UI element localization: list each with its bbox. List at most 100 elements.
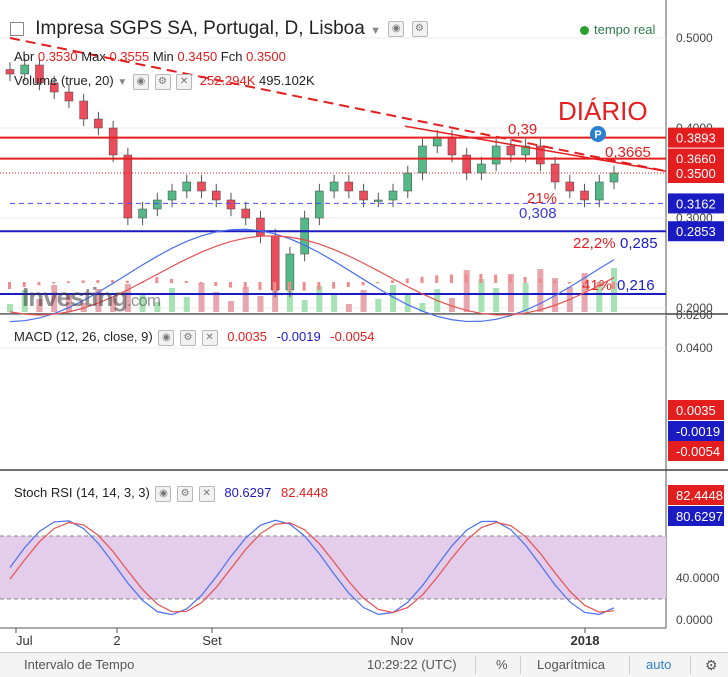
- volume-label[interactable]: Volume (true, 20): [14, 73, 114, 88]
- ohlc-row: Abr 0.3530 Max 0.3555 Min 0.3450 Fch 0.3…: [14, 49, 286, 64]
- gear-icon[interactable]: ⚙: [411, 20, 428, 37]
- price-tag-label: 0.3162: [676, 196, 716, 211]
- macd-histogram-bar: [494, 274, 498, 283]
- macd-histogram-bar: [376, 282, 380, 284]
- candle-body: [197, 181, 206, 192]
- stoch-value-2: 82.4448: [280, 485, 328, 500]
- candle-body: [374, 199, 383, 202]
- volume-bar: [183, 297, 190, 312]
- macd-histogram-bar: [567, 282, 571, 284]
- annotation-label: 0,39: [508, 121, 537, 138]
- watermark: Investing.com: [22, 282, 161, 313]
- candle-body: [182, 181, 192, 192]
- volume-bar: [537, 269, 544, 312]
- candle-body: [79, 100, 88, 120]
- annotation-label: 0,3665: [605, 144, 651, 161]
- auto-toggle[interactable]: auto: [646, 657, 671, 672]
- macd-histogram-bar: [170, 278, 174, 283]
- gear-icon[interactable]: ⚙: [154, 73, 171, 90]
- chevron-down-icon[interactable]: ▼: [117, 77, 127, 88]
- ohlc-min-label: Min: [152, 49, 174, 64]
- macd-histogram-bar: [273, 282, 277, 291]
- live-status: tempo real: [580, 22, 655, 37]
- time-tick-label: 2: [113, 633, 120, 648]
- macd-histogram-bar: [612, 282, 615, 289]
- candle-body: [123, 154, 133, 219]
- macd-tag-label: -0.0019: [676, 424, 720, 439]
- price-tag-label: 0.2853: [676, 224, 716, 239]
- live-label: tempo real: [594, 22, 656, 37]
- close-icon[interactable]: ✕: [201, 329, 218, 346]
- percent-toggle[interactable]: %: [496, 657, 508, 672]
- ohlc-fch: 0.3500: [246, 49, 286, 64]
- macd-histogram-bar: [258, 282, 262, 291]
- ohlc-fch-label: Fch: [220, 49, 243, 64]
- gear-icon[interactable]: ⚙: [177, 485, 194, 502]
- macd-histogram-bar: [464, 274, 468, 283]
- macd-histogram-bar: [449, 274, 453, 283]
- macd-histogram-bar: [228, 282, 232, 288]
- macd-value-2: -0.0019: [276, 329, 321, 344]
- volume-bar: [345, 304, 352, 312]
- stoch-value-1: 80.6297: [224, 485, 272, 500]
- volume-value-2: 495.102K: [259, 73, 315, 88]
- candle-body: [388, 190, 398, 201]
- macd-label[interactable]: MACD (12, 26, close, 9): [14, 329, 153, 344]
- candle-body: [153, 199, 162, 210]
- candle-body: [491, 145, 501, 165]
- eye-icon[interactable]: ◉: [388, 20, 405, 37]
- macd-histogram-bar: [243, 282, 247, 290]
- eye-icon[interactable]: ◉: [132, 73, 149, 90]
- candle-body: [447, 136, 457, 156]
- eye-icon[interactable]: ◉: [155, 485, 172, 502]
- candle-body: [167, 190, 177, 201]
- macd-row: MACD (12, 26, close, 9) ◉ ⚙ ✕ 0.0035 -0.…: [14, 329, 374, 346]
- macd-histogram-bar: [479, 274, 483, 283]
- volume-bar: [198, 283, 205, 312]
- pin-label: P: [594, 129, 601, 141]
- macd-histogram-bar: [361, 282, 365, 286]
- stoch-tick-label: 40.0000: [676, 571, 720, 585]
- chevron-down-icon[interactable]: ▼: [370, 25, 381, 37]
- annotation-label: 0,216: [617, 277, 655, 294]
- watermark-text: Investing: [22, 282, 128, 312]
- gear-icon[interactable]: ⚙: [179, 329, 196, 346]
- candle-body: [565, 181, 575, 192]
- candle-body: [108, 127, 118, 156]
- volume-bar: [227, 301, 234, 312]
- chart-svg: 0.50000.40000.30000.2000DIÁRIO0,390,3665…: [0, 0, 728, 652]
- volume-bar: [301, 300, 308, 312]
- macd-value-3: -0.0054: [330, 329, 375, 344]
- volume-bar: [7, 304, 13, 312]
- log-toggle[interactable]: Logarítmica: [537, 657, 605, 672]
- close-icon[interactable]: ✕: [198, 485, 215, 502]
- ohlc-abr: 0.3530: [37, 49, 78, 64]
- time-tick-label: Jul: [16, 633, 33, 648]
- candle-body: [595, 181, 604, 201]
- volume-bar: [316, 286, 323, 312]
- volume-row: Volume (true, 20) ▼ ◉ ⚙ ✕ 252.294K 495.1…: [14, 73, 315, 90]
- interval-button[interactable]: Intervalo de Tempo: [24, 657, 134, 672]
- volume-bar: [169, 288, 176, 312]
- candle-body: [580, 190, 589, 201]
- candle-body: [138, 208, 147, 219]
- candle-body: [315, 190, 324, 219]
- stoch-tag-label: 80.6297: [676, 509, 723, 524]
- macd-histogram-bar: [332, 282, 336, 289]
- candle-body: [64, 91, 74, 102]
- symbol-title[interactable]: Impresa SGPS SA, Portugal, D, Lisboa: [35, 18, 365, 39]
- volume-value-1: 252.294K: [199, 73, 256, 88]
- symbol-row: Impresa SGPS SA, Portugal, D, Lisboa ▼ ◉…: [10, 18, 428, 40]
- clock-time: 10:29:22 (UTC): [367, 657, 457, 672]
- gear-icon[interactable]: ⚙: [705, 657, 718, 674]
- macd-tag-label: 0.0035: [676, 403, 716, 418]
- candle-body: [506, 145, 516, 156]
- macd-histogram-bar: [582, 282, 586, 286]
- volume-bar: [331, 295, 338, 312]
- eye-icon[interactable]: ◉: [158, 329, 175, 346]
- close-icon[interactable]: ✕: [176, 73, 193, 90]
- collapse-toggle[interactable]: [10, 21, 24, 36]
- time-tick-label: Nov: [390, 633, 414, 648]
- stoch-label[interactable]: Stoch RSI (14, 14, 3, 3): [14, 485, 150, 500]
- time-tick-label: 2018: [571, 633, 600, 648]
